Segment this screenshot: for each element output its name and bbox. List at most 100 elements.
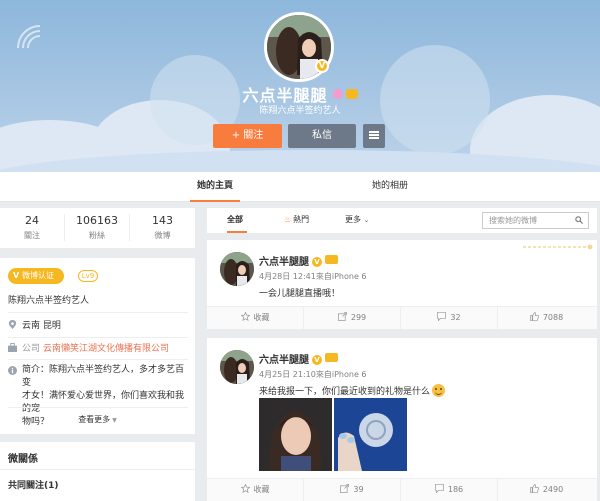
comment-icon: [437, 312, 447, 321]
location-text: 云南 昆明: [22, 321, 61, 331]
like-button[interactable]: 7088: [498, 307, 595, 329]
search-icon[interactable]: [575, 216, 583, 224]
star-icon: [240, 484, 250, 493]
vip-level-icon: [345, 89, 358, 99]
star-icon: [240, 312, 250, 321]
profile-description: 陈翔六点半签约艺人: [259, 106, 341, 116]
info-icon: [8, 366, 17, 375]
stat-posts[interactable]: 143 微博: [130, 214, 195, 241]
divider: [0, 469, 195, 470]
repost-count: 39: [353, 485, 364, 494]
like-count: 7088: [542, 313, 564, 322]
feed-post: 六点半腿腿 V 4月25日 21:10來自iPhone 6 来给我报一下，你们最近…: [207, 338, 597, 501]
comment-button[interactable]: 186: [401, 479, 498, 501]
tab-album[interactable]: 她的相册: [365, 172, 415, 202]
relations-card: 微關係 共同關注(1): [0, 442, 195, 501]
intro-text: 才女！满怀爱心爱世界，你们喜欢我和我的宠: [22, 391, 185, 414]
stat-label: 微博: [154, 231, 171, 240]
divider: [8, 407, 188, 408]
thumbs-up-icon: [529, 312, 539, 321]
like-button[interactable]: 2490: [498, 479, 595, 501]
repost-icon: [337, 312, 347, 321]
company-row: 公司 云南懶笑江湖文化傳播有限公司: [8, 343, 190, 356]
stat-label: 關注: [24, 231, 40, 240]
repost-button[interactable]: 299: [304, 307, 401, 329]
stats-card: 24 關注 106163 粉絲 143 微博: [0, 208, 195, 248]
divider: [8, 312, 188, 313]
profile-cover: V 六点半腿腿 陈翔六点半签约艺人 + 關注 私信: [0, 0, 600, 172]
company-link[interactable]: 云南懶笑江湖文化傳播有限公司: [43, 344, 169, 354]
flame-icon: ♨: [284, 215, 292, 224]
vip-level-icon: [325, 353, 338, 362]
filter-hot-label: 熱門: [293, 215, 310, 224]
signal-decoration-icon: [17, 25, 41, 49]
verified-tag[interactable]: 微博认证: [8, 268, 64, 284]
comment-button[interactable]: 32: [401, 307, 498, 329]
repost-button[interactable]: 39: [304, 479, 401, 501]
see-more-text: 查看更多: [78, 415, 111, 424]
verified-badge-icon: V: [315, 59, 329, 73]
post-author[interactable]: 六点半腿腿 V: [259, 253, 338, 268]
post-avatar[interactable]: [220, 252, 254, 286]
comment-icon: [434, 484, 444, 493]
briefcase-icon: [8, 343, 17, 352]
location-row: 云南 昆明: [8, 320, 190, 333]
intro-label: 简介：: [22, 365, 50, 375]
favorite-button[interactable]: 收藏: [207, 479, 304, 501]
location-pin-icon: [8, 320, 17, 329]
corner-decoration: [523, 244, 593, 250]
divider: [8, 337, 188, 338]
post-author-name: 六点半腿腿: [259, 257, 309, 268]
tab-home[interactable]: 她的主頁: [190, 172, 240, 202]
post-text-content: 来给我报一下，你们最近收到的礼物是什么: [259, 387, 431, 397]
filter-all-tab[interactable]: 全部: [227, 208, 247, 233]
profile-tabbar: 她的主頁 她的相册: [0, 172, 600, 202]
post-actions: 收藏 39 186 2490: [207, 478, 597, 501]
thumbs-up-icon: [529, 484, 539, 493]
verified-badge-icon: V: [312, 355, 322, 365]
post-image[interactable]: [334, 398, 407, 471]
post-text: 一会儿腿腿直播哦！: [259, 289, 341, 299]
menu-icon: [369, 131, 379, 139]
see-more-link[interactable]: 查看更多 ▼: [0, 414, 195, 425]
search-placeholder: 搜索她的微博: [489, 216, 537, 225]
feed-search-input[interactable]: 搜索她的微博: [482, 212, 589, 229]
post-author-name: 六点半腿腿: [259, 355, 309, 366]
female-icon: [332, 89, 343, 99]
chevron-down-icon: ⌄: [363, 216, 370, 224]
like-count: 2490: [542, 485, 564, 494]
stat-label: 粉絲: [89, 231, 105, 240]
verified-badge-icon: V: [312, 257, 322, 267]
stat-following[interactable]: 24 關注: [0, 214, 65, 241]
stat-value: 24: [25, 214, 39, 227]
post-avatar[interactable]: [220, 350, 254, 384]
follow-button[interactable]: + 關注: [213, 124, 282, 148]
repost-count: 299: [350, 313, 367, 322]
repost-icon: [340, 484, 350, 493]
post-text: 来给我报一下，你们最近收到的礼物是什么: [259, 384, 446, 397]
comment-count: 32: [450, 313, 461, 322]
more-menu-button[interactable]: [363, 124, 385, 148]
feed-post: 六点半腿腿 V 4月28日 12:41來自iPhone 6 一会儿腿腿直播哦！ 收…: [207, 240, 597, 329]
vip-level-icon: [325, 255, 338, 264]
feed-filter-bar: 全部 ♨ 熱門 更多 ⌄ 搜索她的微博: [207, 208, 597, 233]
post-meta[interactable]: 4月25日 21:10來自iPhone 6: [259, 369, 367, 380]
post-image[interactable]: [259, 398, 332, 471]
divider: [8, 359, 188, 360]
favorite-button[interactable]: 收藏: [207, 307, 304, 329]
stat-value: 143: [152, 214, 173, 227]
smile-emoji-icon: [432, 384, 446, 397]
chevron-down-icon: ▼: [112, 417, 117, 424]
level-tag[interactable]: Lv9: [78, 270, 98, 282]
filter-more-label: 更多: [345, 215, 361, 224]
post-actions: 收藏 299 32 7088: [207, 306, 597, 329]
post-author[interactable]: 六点半腿腿 V: [259, 351, 338, 366]
stat-followers[interactable]: 106163 粉絲: [65, 214, 130, 241]
favorite-label: 收藏: [253, 485, 270, 494]
filter-hot-tab[interactable]: ♨ 熱門: [284, 208, 309, 233]
filter-more-dropdown[interactable]: 更多 ⌄: [345, 208, 369, 233]
favorite-label: 收藏: [253, 313, 270, 322]
post-meta[interactable]: 4月28日 12:41來自iPhone 6: [259, 271, 367, 282]
common-follow-link[interactable]: 共同關注(1): [8, 478, 59, 491]
message-button[interactable]: 私信: [288, 124, 356, 148]
